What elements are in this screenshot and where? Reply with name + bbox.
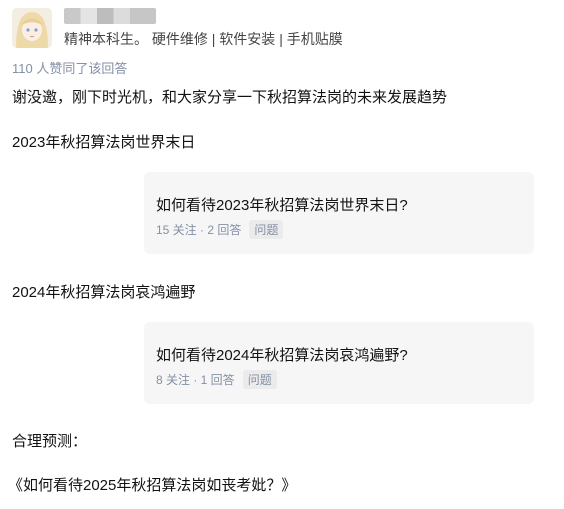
question-card-title[interactable]: 如何看待2024年秋招算法岗哀鸿遍野? [156,344,408,365]
avatar[interactable] [12,8,52,48]
vote-count: 110 人赞同了该回答 [12,61,128,76]
question-card-stats: 15 关注 · 2 回答 [156,223,242,237]
author-bio: 精神本科生。 硬件维修 | 软件安装 | 手机贴膜 [64,31,343,47]
question-card-stats: 8 关注 · 1 回答 [156,373,235,387]
author-header: 精神本科生。 硬件维修 | 软件安装 | 手机贴膜 [10,6,550,52]
question-card-title[interactable]: 如何看待2023年秋招算法岗世界末日? [156,194,408,215]
question-tag: 问题 [242,370,277,389]
prediction-label: 合理预测： [12,433,88,450]
prediction-text: 《如何看待2025年秋招算法岗如丧考妣？》 [8,477,297,494]
section-heading-2024: 2024年秋招算法岗哀鸿遍野 [12,284,196,301]
answer-intro: 谢没邀，刚下时光机，和大家分享一下秋招算法岗的未来发展趋势 [12,89,448,106]
question-card-2024[interactable]: 如何看待2024年秋招算法岗哀鸿遍野? 8 关注 · 1 回答 问题 [144,322,534,404]
section-heading-2023: 2023年秋招算法岗世界末日 [12,134,196,151]
question-card-meta: 8 关注 · 1 回答 问题 [156,370,277,389]
question-card-meta: 15 关注 · 2 回答 问题 [156,220,284,239]
author-name-blurred[interactable] [64,8,156,24]
question-card-2023[interactable]: 如何看待2023年秋招算法岗世界末日? 15 关注 · 2 回答 问题 [144,172,534,254]
question-tag: 问题 [249,220,284,239]
